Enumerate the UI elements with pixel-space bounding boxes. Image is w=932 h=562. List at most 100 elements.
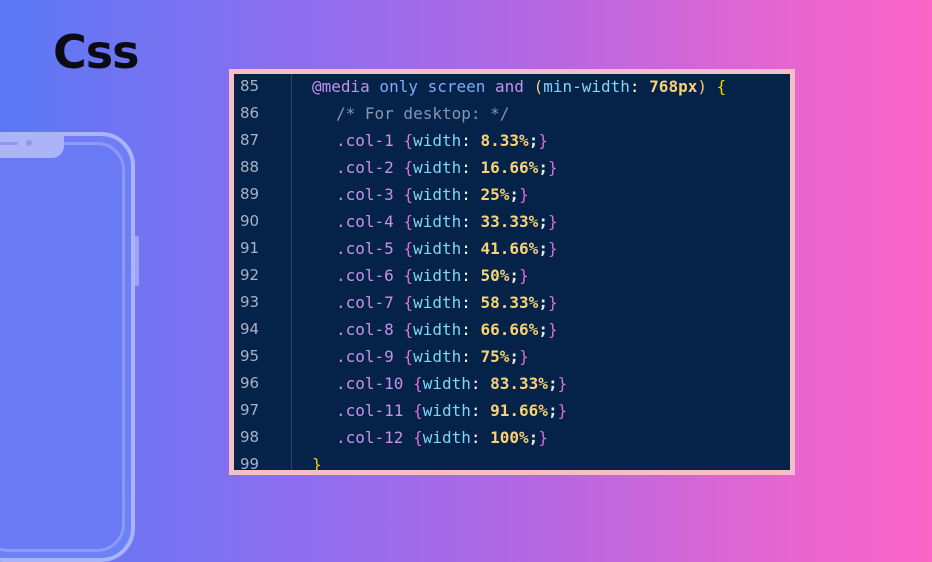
code-token: } [519, 347, 529, 366]
code-line: 96 .col-10 {width: 83.33%;} [234, 370, 790, 397]
code-token: width [413, 266, 462, 285]
code-editor: 85 @media only screen and (min-width: 768… [234, 74, 790, 470]
line-number: 86 [240, 104, 260, 122]
code-token: width [413, 185, 462, 204]
code-token: ; [528, 428, 539, 447]
code-token: /* For desktop: */ [336, 104, 510, 123]
line-number: 95 [240, 347, 260, 365]
line-number: 89 [240, 185, 260, 203]
code-text: .col-5 {width: 41.66%;} [336, 235, 558, 262]
phone-side-button [135, 236, 139, 286]
code-token: 41.66% [480, 239, 539, 258]
code-token: { [413, 401, 423, 420]
code-token: ; [547, 374, 558, 393]
code-token: .col-2 [336, 158, 404, 177]
code-text: .col-8 {width: 66.66%;} [336, 316, 558, 343]
code-token: ; [509, 347, 520, 366]
code-token: 58.33% [480, 293, 539, 312]
code-text: .col-1 {width: 8.33%;} [336, 127, 548, 154]
code-token: : [461, 320, 481, 339]
code-token: { [403, 266, 414, 285]
code-text: @media only screen and (min-width: 768px… [312, 74, 726, 100]
phone-screen [0, 142, 125, 552]
code-token: : [470, 428, 491, 447]
code-token: 8.33% [480, 131, 529, 150]
code-token: } [557, 374, 568, 393]
code-token: ; [538, 293, 548, 312]
code-token: : [461, 131, 481, 150]
code-token: : [470, 374, 491, 393]
code-text: .col-3 {width: 25%;} [336, 181, 529, 208]
code-token: { [413, 374, 423, 393]
code-text: .col-6 {width: 50%;} [336, 262, 529, 289]
code-line: 91 .col-5 {width: 41.66%;} [234, 235, 790, 262]
code-token: { [413, 428, 423, 447]
code-token: } [519, 185, 529, 204]
phone-mockup-icon [0, 132, 139, 562]
code-text: .col-10 {width: 83.33%;} [336, 370, 567, 397]
code-token: 100% [490, 428, 529, 447]
code-token: ( [523, 77, 544, 96]
line-number: 98 [240, 428, 260, 446]
code-token: width [413, 212, 462, 231]
code-token: ; [509, 185, 520, 204]
line-number: 85 [240, 77, 260, 95]
code-text: .col-9 {width: 75%;} [336, 343, 529, 370]
code-token: 25% [480, 185, 510, 204]
code-token: ; [538, 158, 548, 177]
code-token: width [413, 347, 462, 366]
code-text: .col-12 {width: 100%;} [336, 424, 548, 451]
code-token: { [403, 347, 414, 366]
code-token: .col-12 [336, 428, 414, 447]
code-token: min-width [543, 77, 630, 96]
line-number: 94 [240, 320, 260, 338]
line-number: 99 [240, 455, 260, 470]
code-line: 98 .col-12 {width: 100%;} [234, 424, 790, 451]
phone-notch [0, 134, 64, 158]
code-token: : [461, 158, 481, 177]
code-token: .col-10 [336, 374, 414, 393]
line-number: 93 [240, 293, 260, 311]
line-number: 87 [240, 131, 260, 149]
code-token: width [413, 131, 462, 150]
code-token: .col-4 [336, 212, 404, 231]
code-token: .col-9 [336, 347, 404, 366]
code-token: : [461, 293, 481, 312]
code-token: 91.66% [490, 401, 548, 420]
code-token: : [461, 266, 481, 285]
code-token: width [413, 320, 462, 339]
code-token: .col-3 [336, 185, 404, 204]
code-token: 768px [649, 77, 698, 96]
code-token: only screen [369, 77, 496, 96]
phone-speaker-icon [0, 142, 18, 145]
code-line: 85 @media only screen and (min-width: 768… [234, 74, 790, 100]
code-token: 33.33% [480, 212, 539, 231]
code-token: { [403, 212, 414, 231]
code-token: .col-6 [336, 266, 404, 285]
code-token: } [547, 158, 558, 177]
code-token: } [547, 212, 558, 231]
code-token: @media [312, 77, 370, 96]
code-token: } [547, 293, 558, 312]
code-token: .col-1 [336, 131, 404, 150]
code-token: .col-7 [336, 293, 404, 312]
code-token: { [403, 131, 414, 150]
code-token: { [706, 77, 727, 96]
code-token: 83.33% [490, 374, 548, 393]
code-line: 94 .col-8 {width: 66.66%;} [234, 316, 790, 343]
code-token: width [422, 401, 471, 420]
code-token: ; [538, 320, 548, 339]
code-token: 75% [480, 347, 510, 366]
code-token: width [413, 239, 462, 258]
code-line: 88 .col-2 {width: 16.66%;} [234, 154, 790, 181]
code-line: 97 .col-11 {width: 91.66%;} [234, 397, 790, 424]
code-token: width [413, 293, 462, 312]
code-line: 89 .col-3 {width: 25%;} [234, 181, 790, 208]
code-token: width [422, 374, 471, 393]
code-token: .col-5 [336, 239, 404, 258]
code-token: width [413, 158, 462, 177]
code-text: } [312, 451, 322, 470]
code-token: 66.66% [480, 320, 539, 339]
code-token: { [403, 320, 414, 339]
code-token: : [629, 77, 650, 96]
